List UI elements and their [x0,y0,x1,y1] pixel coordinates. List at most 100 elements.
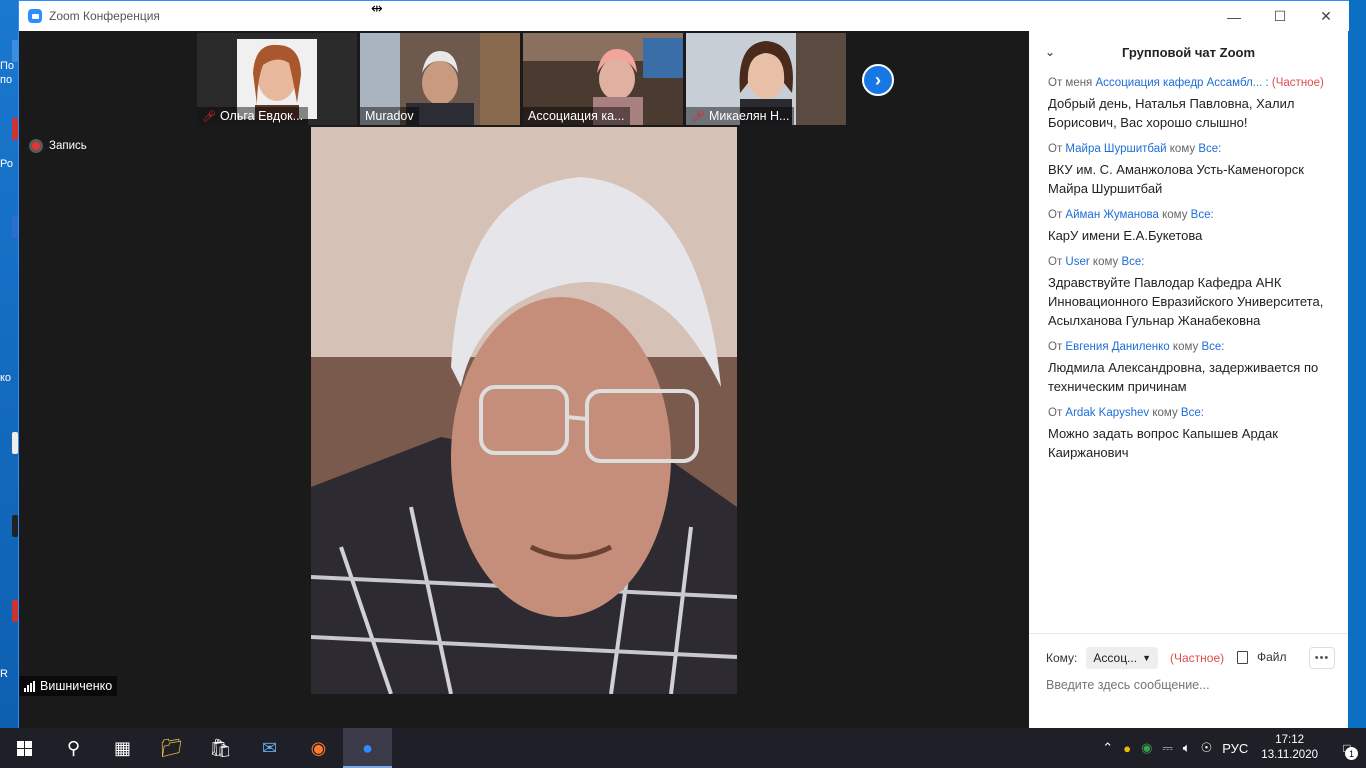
sender-name[interactable]: User [1065,256,1089,268]
task-view-icon: ▦ [113,737,131,758]
to-prefix: кому [1169,143,1196,155]
to-prefix: кому [1092,256,1119,268]
chevron-up-icon[interactable]: ⌃ [1102,740,1113,756]
participant-thumbnail[interactable]: 🎤︎ Ольга Евдок... [197,33,357,125]
mail-icon: ✉ [261,737,278,758]
window-title: Zoom Конференция [49,9,160,23]
from-prefix: От меня [1048,77,1093,89]
desktop-icon-label-fragment: Ро [0,158,13,170]
recipient-name[interactable]: Все: [1121,256,1144,268]
chat-message: От Айман Жуманова кому Все: КарУ имени Е… [1048,208,1338,245]
chevron-down-icon[interactable]: ⌄ [1045,45,1055,59]
clock[interactable]: 17:12 13.11.2020 [1261,733,1318,763]
participant-thumbnail[interactable]: Muradov [360,33,520,125]
recording-label: Запись [49,140,87,152]
participant-name: Muradov [365,109,414,123]
participant-name-row: Muradov [360,107,419,125]
clock-date: 13.11.2020 [1261,749,1318,761]
muted-microphone-icon: 🎤︎ [691,110,705,123]
participant-thumbnail[interactable]: Ассоциация ка... [523,33,683,125]
active-speaker-video[interactable] [311,127,737,694]
next-page-arrow-button[interactable]: › [862,64,894,96]
search-button[interactable]: ⚲ [49,728,98,768]
volume-icon[interactable]: 🔈︎ [1183,740,1191,756]
desktop-background: По по Ро ко R [0,0,18,728]
message-text: ВКУ им. С. Аманжолова Усть-Каменогорск М… [1048,162,1304,196]
language-indicator[interactable]: РУС [1222,741,1248,756]
desktop-icon-label-fragment: по [0,74,13,86]
message-text: КарУ имени Е.А.Букетова [1048,228,1203,243]
task-view-button[interactable]: ▦ [98,728,147,768]
chat-message: От Майра Шуршитбай кому Все: ВКУ им. С. … [1048,142,1338,198]
speaker-video-frame [311,127,737,694]
from-prefix: От [1048,143,1063,155]
zoom-icon: ● [362,737,373,758]
sender-name[interactable]: Айман Жуманова [1065,209,1158,221]
recipient-name[interactable]: Все: [1191,209,1214,221]
sender-name[interactable]: Ardak Kapyshev [1065,407,1149,419]
participant-name-row: Ассоциация ка... [523,107,630,125]
file-explorer-button[interactable]: 📁︎ [147,728,196,768]
minimize-button[interactable]: — [1211,1,1257,32]
message-meta: От Майра Шуршитбай кому Все: [1048,142,1338,156]
mail-button[interactable]: ✉ [245,728,294,768]
store-button[interactable]: 🛍︎ [196,728,245,768]
video-area: 🎤︎ Ольга Евдок... Muradov Ассоциация ка.… [19,31,1029,728]
sender-name[interactable]: Ассоциация кафедр Ассамбл... : [1096,77,1269,89]
desktop-icon-label-fragment: R [0,668,8,680]
firefox-icon: ◉ [310,737,327,758]
search-icon: ⚲ [66,737,81,758]
sender-name[interactable]: Майра Шуршитбай [1065,143,1166,155]
recipient-name[interactable]: Все: [1198,143,1221,155]
recipient-value: Ассоц... [1093,651,1138,665]
message-meta: От меня Ассоциация кафедр Ассамбл... : (… [1048,76,1338,90]
participant-thumbnail[interactable]: 🎤︎ Микаелян Н... [686,33,846,125]
file-button[interactable]: Файл [1237,650,1287,664]
chrome-tray-icon[interactable]: ◉ [1141,740,1152,756]
notifications-button[interactable]: □ 1 [1328,728,1366,768]
participant-thumbnails: 🎤︎ Ольга Евдок... Muradov Ассоциация ка.… [197,33,846,125]
chat-title: Групповой чат Zoom [1121,44,1256,60]
desktop-icon-label-fragment: По [0,60,15,72]
file-label: Файл [1257,650,1287,664]
maximize-button[interactable]: ☐ [1257,1,1303,32]
network-icon[interactable]: ⎓ [1162,740,1172,756]
sender-name[interactable]: Евгения Даниленко [1065,341,1169,353]
chat-message: От Ardak Kapyshev кому Все: Можно задать… [1048,406,1338,462]
to-prefix: кому [1172,341,1199,353]
close-button[interactable]: ✕ [1303,1,1349,32]
recipient-name[interactable]: Все: [1181,407,1204,419]
windows-taskbar: ⚲ ▦ 📁︎ 🛍︎ ✉ ◉ ● ⌃ ● ◉ ⎓ 🔈︎ ☉ РУС 17:12 1… [0,728,1366,768]
message-text: Здравствуйте Павлодар Кафедра АНК Иннова… [1048,275,1324,328]
zoom-taskbar-button[interactable]: ● [343,728,392,768]
zoom-app-icon [28,9,42,23]
connection-signal-icon [24,680,35,692]
title-bar[interactable]: Zoom Конференция — ☐ ✕ [19,0,1349,31]
more-options-button[interactable]: ••• [1309,647,1335,669]
recording-indicator[interactable]: Запись [29,139,87,153]
from-prefix: От [1048,209,1063,221]
chat-panel: ⌄ Групповой чат Zoom От меня Ассоциация … [1029,31,1348,728]
message-input[interactable] [1046,678,1336,692]
active-speaker-name: Вишниченко [40,679,113,693]
zoom-window: Zoom Конференция — ☐ ✕ 🎤︎ Ольга Евдок... [18,0,1349,728]
wifi-icon[interactable]: ☉ [1201,740,1213,756]
file-icon [1237,650,1248,664]
chat-message: От User кому Все: Здравствуйте Павлодар … [1048,255,1338,330]
message-meta: От Айман Жуманова кому Все: [1048,208,1338,222]
chat-message-list: От меня Ассоциация кафедр Ассамбл... : (… [1048,76,1338,472]
message-meta: От Ardak Kapyshev кому Все: [1048,406,1338,420]
windows-logo-icon [17,740,32,756]
message-meta: От User кому Все: [1048,255,1338,269]
to-label: Кому: [1046,651,1078,665]
firefox-button[interactable]: ◉ [294,728,343,768]
start-button[interactable] [0,728,49,768]
app-tray-icon[interactable]: ● [1123,741,1131,756]
participant-name: Ольга Евдок... [219,109,304,123]
recipient-name[interactable]: Все: [1201,341,1224,353]
message-text: Добрый день, Наталья Павловна, Халил Бор… [1048,96,1295,130]
recipient-dropdown[interactable]: Ассоц... ▼ [1086,647,1158,669]
chat-message: От Евгения Даниленко кому Все: Людмила А… [1048,340,1338,396]
desktop-icon-label-fragment: ко [0,372,12,384]
chat-footer: Кому: Ассоц... ▼ (Частное) Файл ••• [1029,633,1348,728]
